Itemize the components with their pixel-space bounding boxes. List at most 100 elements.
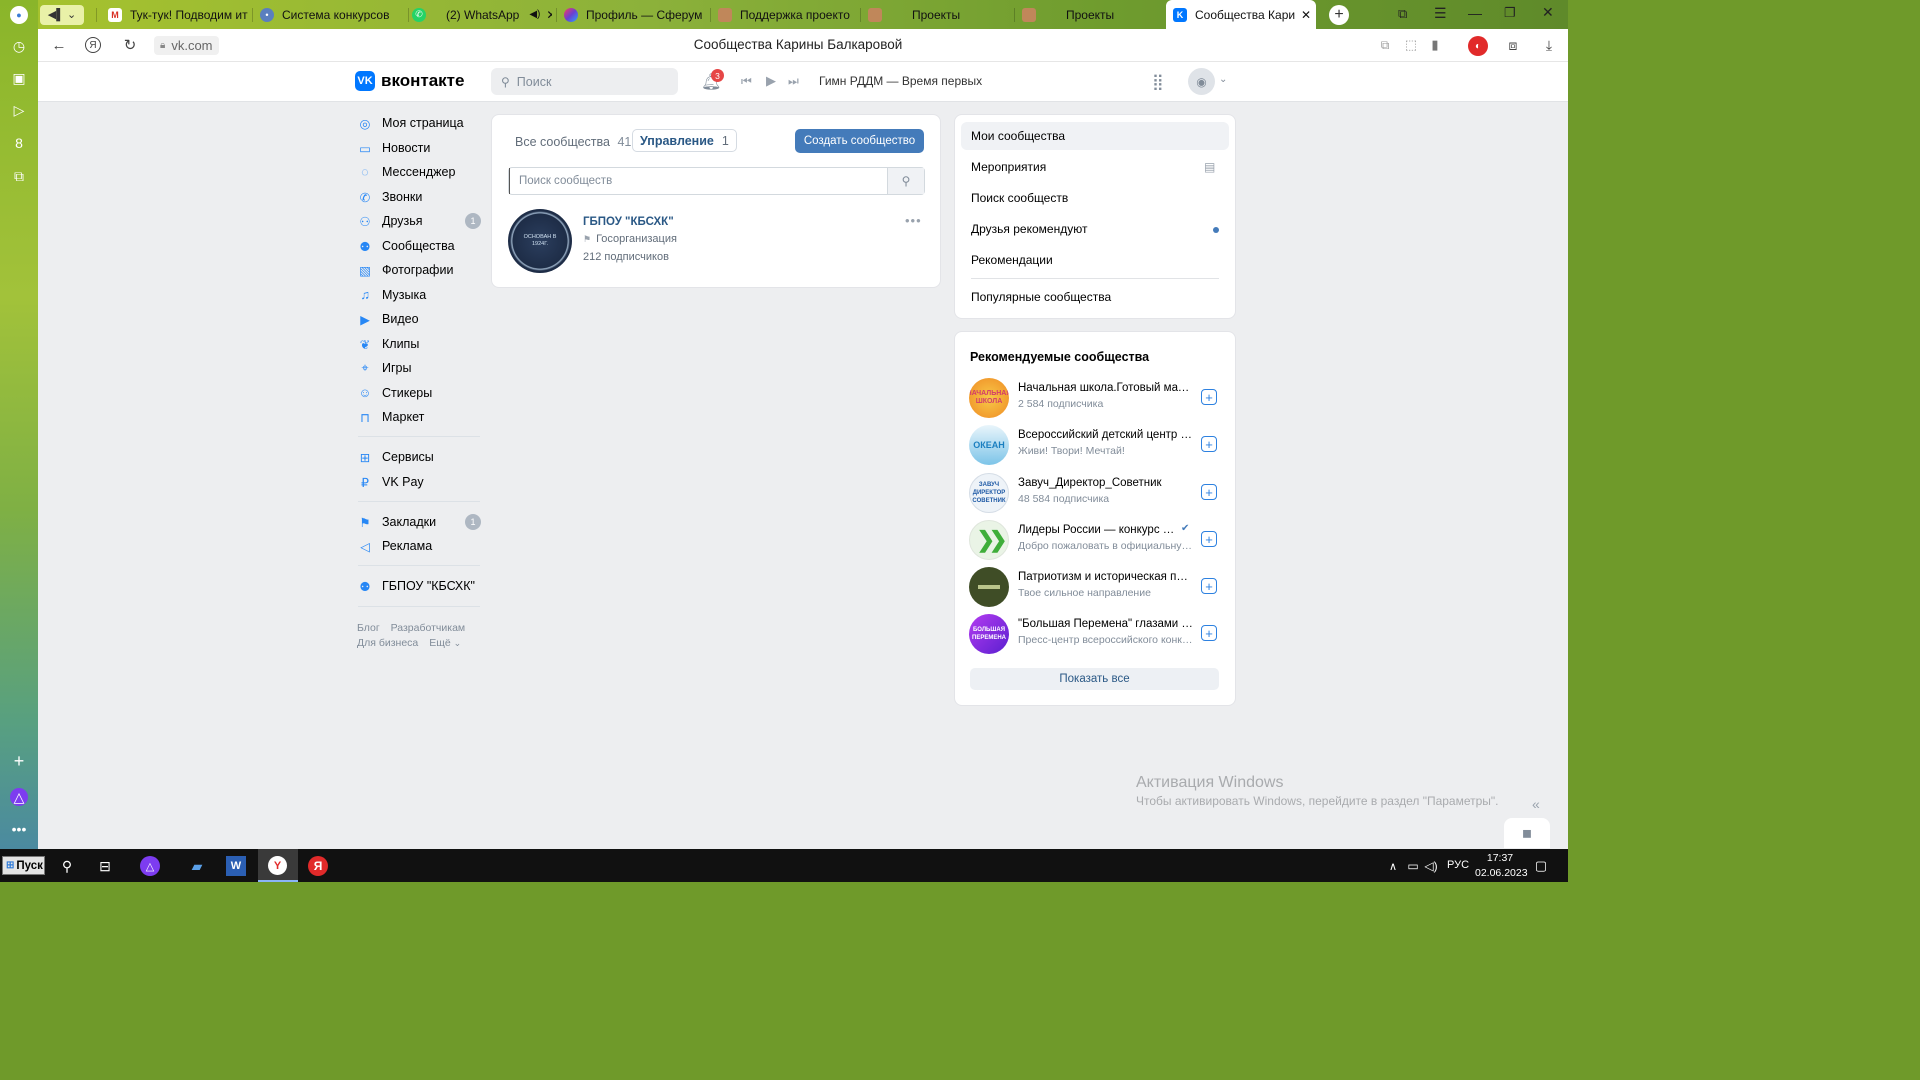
reload-icon[interactable]: ↻ xyxy=(121,36,139,54)
task-view-icon[interactable]: ⊟ xyxy=(94,855,116,877)
menu-vkpay[interactable]: ₽ VK Pay xyxy=(358,471,424,493)
tab-close-icon[interactable]: ✕ xyxy=(1301,8,1311,22)
screen-icon[interactable]: ⧉ xyxy=(1376,36,1394,54)
play-circle-icon[interactable]: ▷ xyxy=(10,101,28,119)
right-menu-my-communities[interactable]: Мои сообщества xyxy=(961,122,1229,150)
right-menu-popular[interactable]: Популярные сообщества xyxy=(961,283,1229,311)
recommended-item[interactable]: Патриотизм и историческая пам... Твое си… xyxy=(969,565,1219,607)
right-menu-friends-recommend[interactable]: Друзья рекомендуют xyxy=(961,215,1229,243)
collections-bar-icon[interactable]: ⧈ xyxy=(1504,36,1522,54)
menu-messenger[interactable]: ◌ Мессенджер xyxy=(358,161,455,183)
alice-icon[interactable]: △ xyxy=(10,788,28,806)
number-8-icon[interactable]: 8 xyxy=(10,134,28,152)
footer-blog[interactable]: Блог xyxy=(357,622,380,634)
close-window-icon[interactable]: ✕ xyxy=(1542,4,1554,21)
menu-my-page[interactable]: ◎ Моя страница xyxy=(358,112,464,134)
add-community-button[interactable]: + xyxy=(1201,389,1217,405)
word-icon[interactable]: W xyxy=(226,856,246,876)
recommended-item[interactable]: ❯❯ Лидеры России — конкурс уп... ✔ Добро… xyxy=(969,518,1219,560)
community-avatar[interactable]: ОСНОВАН В 1924Г. xyxy=(508,209,572,273)
tab-all-communities[interactable]: Все сообщества 41 xyxy=(515,135,631,149)
menu-icon[interactable]: ☰ xyxy=(1434,5,1447,22)
show-all-button[interactable]: Показать все xyxy=(970,668,1219,690)
tab-4[interactable]: Профиль — Сферум xyxy=(564,0,704,29)
play-icon[interactable]: ▶ xyxy=(766,73,776,89)
menu-stickers[interactable]: ☺ Стикеры xyxy=(358,382,433,404)
protect-icon[interactable]: ◐ xyxy=(1468,36,1488,56)
menu-bookmarks[interactable]: ⚑ Закладки xyxy=(358,511,436,533)
tab-mute-icon[interactable]: ◀) xyxy=(529,9,540,20)
search-button[interactable]: ⚲ xyxy=(887,168,924,194)
url-field[interactable]: 🔒︎ vk.com xyxy=(154,36,219,55)
menu-friends[interactable]: ⚇ Друзья xyxy=(358,210,422,232)
menu-music[interactable]: ♫ Музыка xyxy=(358,284,426,306)
menu-market[interactable]: ⊓ Маркет xyxy=(358,406,424,428)
vk-logo-icon[interactable]: VK xyxy=(355,71,375,91)
menu-ads[interactable]: ◁ Реклама xyxy=(358,535,432,557)
tab-6[interactable]: Проекты xyxy=(868,0,1008,29)
add-panel-icon[interactable]: + xyxy=(10,751,28,771)
tab-3[interactable]: ✆ (2) WhatsApp ◀) ✕ xyxy=(412,0,552,29)
apps-grid-icon[interactable]: ⣿ xyxy=(1152,72,1164,92)
chat-widget-button[interactable]: ◼ xyxy=(1504,818,1550,848)
tab-audio[interactable]: ◀▌ ⌄ xyxy=(40,0,88,29)
footer-more[interactable]: Ещё xyxy=(429,637,450,649)
right-menu-recommendations[interactable]: Рекомендации xyxy=(961,246,1229,274)
language-indicator[interactable]: РУС xyxy=(1447,859,1469,871)
computer-icon[interactable]: ▰ xyxy=(186,855,208,877)
more-dots-icon[interactable]: ••• xyxy=(10,820,28,838)
prev-track-icon[interactable]: ⏮ xyxy=(741,74,752,89)
download-icon[interactable]: ⤓ xyxy=(1540,36,1558,54)
tab-1[interactable]: M Тук-тук! Подводим итог xyxy=(108,0,248,29)
bookmark-flag-icon[interactable]: ▮ xyxy=(1426,36,1444,54)
recommended-item[interactable]: ЗАВУЧ ДИРЕКТОР СОВЕТНИК Завуч_Директор_С… xyxy=(969,471,1219,513)
tab-7[interactable]: Проекты xyxy=(1022,0,1162,29)
history-icon[interactable]: ◷ xyxy=(10,37,28,55)
recommended-item[interactable]: ОКЕАН Всероссийский детский центр «... Ж… xyxy=(969,423,1219,465)
search-icon[interactable]: ⚲ xyxy=(56,855,78,877)
yandex-browser-taskbar[interactable]: Y xyxy=(258,849,298,882)
community-search-input[interactable]: Поиск сообществ xyxy=(509,168,887,194)
yandex-icon[interactable]: Я xyxy=(85,37,101,53)
menu-communities[interactable]: ⚉ Сообщества xyxy=(358,235,454,257)
tab-close-icon[interactable]: ✕ xyxy=(546,8,552,22)
tab-5[interactable]: Поддержка проектов в xyxy=(718,0,850,29)
recommended-item[interactable]: БОЛЬШАЯ ПЕРЕМЕНА "Большая Перемена" глаз… xyxy=(969,612,1219,654)
back-icon[interactable]: ← xyxy=(50,36,68,54)
vk-logo-text[interactable]: вконтакте xyxy=(381,71,464,91)
player-track[interactable]: Гимн РДДМ — Время первых xyxy=(819,74,982,88)
tabs-manager-icon[interactable]: ⧉ xyxy=(1398,6,1407,22)
yandex-profile-icon[interactable]: ● xyxy=(10,6,28,24)
clock-time[interactable]: 17:37 xyxy=(1475,852,1525,864)
recommended-item[interactable]: НАЧАЛЬНАЯ ШКОЛА Начальная школа.Готовый … xyxy=(969,376,1219,418)
menu-games[interactable]: ⌖ Игры xyxy=(358,357,411,379)
tab-manage[interactable]: Управление 1 xyxy=(632,129,737,152)
menu-news[interactable]: ▭ Новости xyxy=(358,137,430,159)
menu-services[interactable]: ⊞ Сервисы xyxy=(358,446,434,468)
tab-active[interactable]: K Сообщества Карины ✕ xyxy=(1166,0,1316,29)
menu-calls[interactable]: ✆ Звонки xyxy=(358,186,423,208)
screenshot-icon[interactable]: ⧉ xyxy=(10,167,28,185)
start-button[interactable]: ⊞ Пуск xyxy=(2,856,45,875)
right-menu-search[interactable]: Поиск сообществ xyxy=(961,184,1229,212)
new-tab-button[interactable]: + xyxy=(1329,5,1349,25)
menu-video[interactable]: ▶ Видео xyxy=(358,308,418,330)
add-community-button[interactable]: + xyxy=(1201,625,1217,641)
add-community-button[interactable]: + xyxy=(1201,436,1217,452)
minimize-icon[interactable]: — xyxy=(1468,5,1482,21)
footer-developers[interactable]: Разработчикам xyxy=(391,622,466,634)
add-community-button[interactable]: + xyxy=(1201,578,1217,594)
alice-taskbar-icon[interactable]: △ xyxy=(140,856,160,876)
footer-business[interactable]: Для бизнеса xyxy=(357,637,418,649)
chevron-down-icon[interactable]: ⌄ xyxy=(1219,74,1227,85)
vk-search-input[interactable]: ⚲ Поиск xyxy=(491,68,678,95)
tray-chevron-icon[interactable]: ∧ xyxy=(1382,855,1404,877)
community-subscribers[interactable]: 212 подписчиков xyxy=(583,251,669,263)
tab-2[interactable]: • Система конкурсов xyxy=(260,0,410,29)
extensions-icon[interactable]: ⬚ xyxy=(1402,36,1420,54)
add-community-button[interactable]: + xyxy=(1201,484,1217,500)
speaker-icon[interactable]: ◀▌ ⌄ xyxy=(40,4,84,25)
add-community-button[interactable]: + xyxy=(1201,531,1217,547)
community-name[interactable]: ГБПОУ "КБСХК" xyxy=(583,216,674,228)
avatar[interactable]: ◉ xyxy=(1188,68,1215,95)
